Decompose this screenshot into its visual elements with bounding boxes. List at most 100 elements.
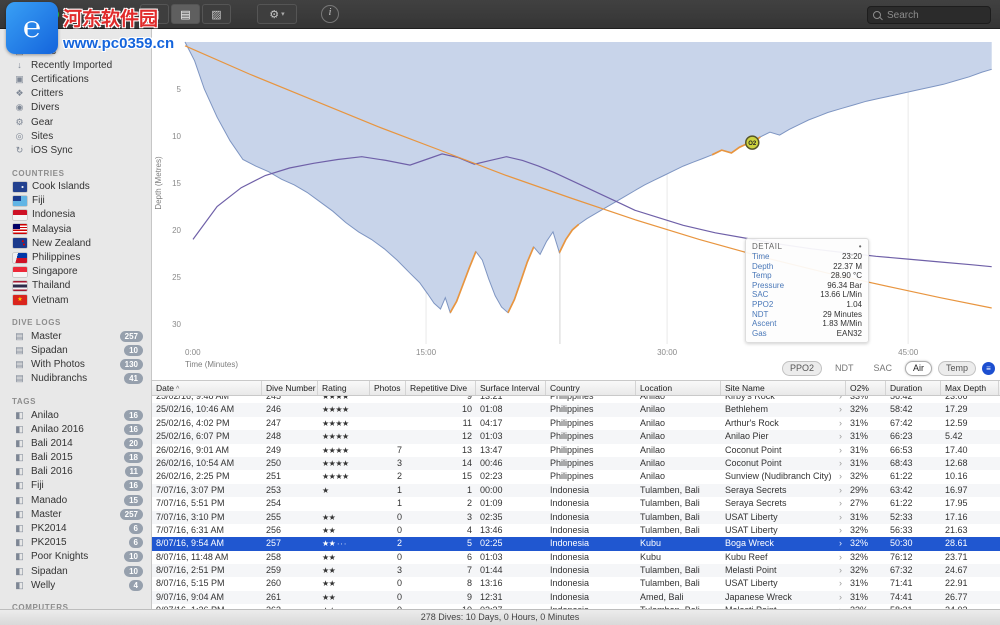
table-row-dive-247[interactable]: 25/02/16, 4:02 PM247★★★★1104:17Philippin… xyxy=(152,417,1000,430)
close-button[interactable] xyxy=(10,9,21,20)
sidebar-item-thailand[interactable]: Thailand xyxy=(0,279,151,293)
table-row-dive-251[interactable]: 26/02/16, 2:25 PM251★★★★21502:23Philippi… xyxy=(152,470,1000,483)
row-detail-chevron-icon[interactable]: › xyxy=(839,403,842,416)
sidebar-item-nudibranchs[interactable]: ▤Nudibranchs41 xyxy=(0,372,151,386)
sidebar-item-bali-2016[interactable]: ◧Bali 201611 xyxy=(0,465,151,479)
sidebar-item-master[interactable]: ◧Master257 xyxy=(0,507,151,521)
sidebar-item-vietnam[interactable]: ★Vietnam xyxy=(0,293,151,307)
row-detail-chevron-icon[interactable]: › xyxy=(839,537,842,550)
sidebar-item-pk2014[interactable]: ◧PK20146 xyxy=(0,521,151,535)
chart-toggle-temp[interactable]: Temp xyxy=(938,361,976,376)
row-detail-chevron-icon[interactable]: › xyxy=(839,430,842,443)
row-detail-chevron-icon[interactable]: › xyxy=(839,470,842,483)
table-row-dive-250[interactable]: 26/02/16, 10:54 AM250★★★★31400:46Philipp… xyxy=(152,457,1000,470)
row-detail-chevron-icon[interactable]: › xyxy=(839,497,842,510)
cell-rating: ★★★★ xyxy=(318,457,370,470)
table-row-dive-256[interactable]: 7/07/16, 6:31 AM256★★0413:46IndonesiaTul… xyxy=(152,524,1000,537)
table-row-dive-249[interactable]: 26/02/16, 9:01 AM249★★★★71313:47Philippi… xyxy=(152,444,1000,457)
sidebar-item-sipadan[interactable]: ▤Sipadan10 xyxy=(0,343,151,357)
chart-toggle-sac[interactable]: SAC xyxy=(866,362,899,375)
actions-menu-button[interactable]: ⚙ ▾ xyxy=(257,4,297,24)
chart-toggle-air[interactable]: Air xyxy=(905,361,932,376)
column-header-rep[interactable]: Repetitive Dive xyxy=(406,381,476,395)
table-row-dive-254[interactable]: 7/07/16, 5:51 PM2541201:09IndonesiaTulam… xyxy=(152,497,1000,510)
sidebar-item-anilao-2016[interactable]: ◧Anilao 201616 xyxy=(0,422,151,436)
sidebar-item-critters[interactable]: ❖Critters xyxy=(0,87,151,101)
sidebar-item-new-zealand[interactable]: New Zealand xyxy=(0,236,151,250)
row-detail-chevron-icon[interactable]: › xyxy=(839,551,842,564)
sidebar-item-recently-imported[interactable]: ↓Recently Imported xyxy=(0,58,151,72)
column-header-duration[interactable]: Duration xyxy=(886,381,941,395)
dive-profile-chart[interactable]: O2510152025300:0015:0030:0045:00Depth (M… xyxy=(152,28,1000,380)
table-row-dive-248[interactable]: 25/02/16, 6:07 PM248★★★★1201:03Philippin… xyxy=(152,430,1000,443)
grid-view-button[interactable]: ▦ xyxy=(140,4,169,24)
info-button[interactable]: i xyxy=(321,5,339,23)
column-header-site[interactable]: Site Name xyxy=(721,381,846,395)
sidebar-item-fiji[interactable]: Fiji xyxy=(0,194,151,208)
table-row-dive-257[interactable]: 8/07/16, 9:54 AM257★★ ∙ ∙ ∙2502:25Indone… xyxy=(152,537,1000,550)
sidebar-item-indonesia[interactable]: Indonesia xyxy=(0,208,151,222)
photo-view-button[interactable]: ▨ xyxy=(202,4,231,24)
row-detail-chevron-icon[interactable]: › xyxy=(839,444,842,457)
sidebar-item-cook-islands[interactable]: Cook Islands xyxy=(0,180,151,194)
sidebar-item-poor-knights[interactable]: ◧Poor Knights10 xyxy=(0,550,151,564)
sidebar-item-bali-2015[interactable]: ◧Bali 201518 xyxy=(0,451,151,465)
table-row-dive-260[interactable]: 8/07/16, 5:15 PM260★★0813:16IndonesiaTul… xyxy=(152,577,1000,590)
table-row-dive-258[interactable]: 8/07/16, 11:48 AM258★★0601:03IndonesiaKu… xyxy=(152,551,1000,564)
column-header-country[interactable]: Country xyxy=(546,381,636,395)
row-detail-chevron-icon[interactable]: › xyxy=(839,511,842,524)
sidebar-item-manado[interactable]: ◧Manado15 xyxy=(0,493,151,507)
column-header-depth[interactable]: Max Depth xyxy=(941,381,999,395)
column-header-location[interactable]: Location xyxy=(636,381,721,395)
sidebar-item-certifications[interactable]: ▣Certifications xyxy=(0,72,151,86)
sidebar-item-gear[interactable]: ⚙Gear xyxy=(0,115,151,129)
row-detail-chevron-icon[interactable]: › xyxy=(839,577,842,590)
list-view-button[interactable]: ▤ xyxy=(171,4,200,24)
sidebar-item-dives[interactable]: ▤Dives xyxy=(0,44,151,58)
column-header-date[interactable]: Date^ xyxy=(152,381,262,395)
sidebar-item-sipadan[interactable]: ◧Sipadan10 xyxy=(0,564,151,578)
sidebar-item-bali-2014[interactable]: ◧Bali 201420 xyxy=(0,436,151,450)
cell-num: 255 xyxy=(262,511,318,524)
sidebar-item-anilao[interactable]: ◧Anilao16 xyxy=(0,408,151,422)
column-header-num[interactable]: Dive Number xyxy=(262,381,318,395)
table-row-dive-246[interactable]: 25/02/16, 10:46 AM246★★★★1001:08Philippi… xyxy=(152,403,1000,416)
sidebar-item-philippines[interactable]: Philippines xyxy=(0,250,151,264)
row-detail-chevron-icon[interactable]: › xyxy=(839,457,842,470)
table-row-dive-253[interactable]: 7/07/16, 3:07 PM253★1100:00IndonesiaTula… xyxy=(152,484,1000,497)
cell-duration: 56:33 xyxy=(886,524,941,537)
table-row-dive-259[interactable]: 8/07/16, 2:51 PM259★★3701:44IndonesiaTul… xyxy=(152,564,1000,577)
sidebar-item-master[interactable]: ▤Master257 xyxy=(0,329,151,343)
sidebar-item-sites[interactable]: ◎Sites xyxy=(0,129,151,143)
sidebar-item-with-photos[interactable]: ▤With Photos130 xyxy=(0,358,151,372)
cell-rating xyxy=(318,497,370,510)
sidebar-item-welly[interactable]: ◧Welly4 xyxy=(0,578,151,592)
row-detail-chevron-icon[interactable]: › xyxy=(839,564,842,577)
sidebar-item-divers[interactable]: ◉Divers xyxy=(0,101,151,115)
column-header-surface[interactable]: Surface Interval xyxy=(476,381,546,395)
search-field[interactable] xyxy=(867,6,991,24)
column-header-o2[interactable]: O2% xyxy=(846,381,886,395)
chart-options-button[interactable]: ≡ xyxy=(982,362,995,375)
chart-toggle-ndt[interactable]: NDT xyxy=(828,362,861,375)
count-badge: 16 xyxy=(124,424,143,435)
column-header-rating[interactable]: Rating xyxy=(318,381,370,395)
column-header-photos[interactable]: Photos xyxy=(370,381,406,395)
row-detail-chevron-icon[interactable]: › xyxy=(839,591,842,604)
zoom-button[interactable] xyxy=(48,9,59,20)
table-row-dive-255[interactable]: 7/07/16, 3:10 PM255★★0302:35IndonesiaTul… xyxy=(152,511,1000,524)
search-input[interactable] xyxy=(885,9,985,22)
row-detail-chevron-icon[interactable]: › xyxy=(839,417,842,430)
sidebar-item-singapore[interactable]: Singapore xyxy=(0,265,151,279)
row-detail-chevron-icon[interactable]: › xyxy=(839,524,842,537)
table-row-dive-261[interactable]: 9/07/16, 9:04 AM261★★0912:31IndonesiaAme… xyxy=(152,591,1000,604)
chart-toggle-ppo2[interactable]: PPO2 xyxy=(782,361,822,376)
tag-icon: ◧ xyxy=(13,509,26,520)
sidebar-item-malaysia[interactable]: Malaysia xyxy=(0,222,151,236)
count-badge: 6 xyxy=(129,523,143,534)
row-detail-chevron-icon[interactable]: › xyxy=(839,484,842,497)
sidebar-item-ios-sync[interactable]: ↻iOS Sync xyxy=(0,143,151,157)
sidebar-item-fiji[interactable]: ◧Fiji16 xyxy=(0,479,151,493)
sidebar-item-pk2015[interactable]: ◧PK20156 xyxy=(0,536,151,550)
minimize-button[interactable] xyxy=(29,9,40,20)
